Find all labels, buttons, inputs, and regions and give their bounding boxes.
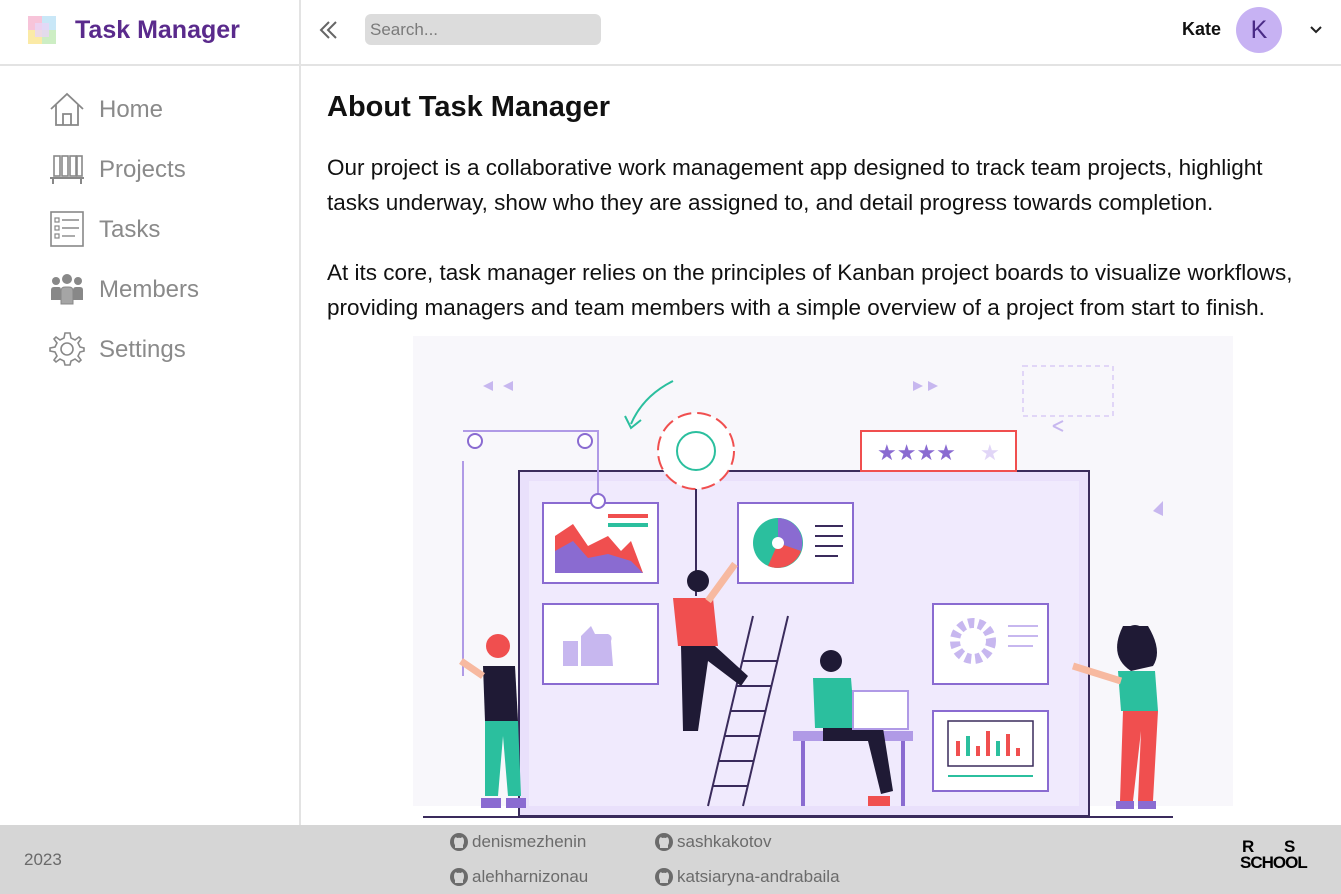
projects-icon [50,155,84,184]
sidebar-item-members[interactable]: Members [48,269,278,309]
contributor-link[interactable]: katsiaryna-andrabaila [654,867,840,887]
page-title: About Task Manager [327,91,611,123]
app-title: Task Manager [75,16,240,44]
sidebar-item-label: Home [99,96,164,123]
contributor-name: sashkakotov [677,832,772,851]
app-logo-icon [28,16,56,44]
contributor-link[interactable]: denismezhenin [449,832,586,852]
user-name: Kate [1182,19,1222,39]
github-icon [655,868,673,886]
sidebar: Home Projects Tasks Members Settings [0,66,301,825]
github-icon [450,833,468,851]
github-icon [655,833,673,851]
contributor-link[interactable]: alehharnizonau [449,867,588,887]
contributor-name: katsiaryna-andrabaila [677,867,840,886]
tasks-icon [50,211,84,247]
sidebar-item-home[interactable]: Home [48,89,278,129]
description-paragraph: Our project is a collaborative work mana… [327,155,1263,215]
sidebar-item-label: Settings [99,336,186,363]
sidebar-item-label: Projects [99,156,186,183]
kanban-team-illustration: ★★★★ ★ [413,336,1233,818]
search-input[interactable] [365,14,601,45]
description-paragraph: At its core, task manager relies on the … [327,260,1293,320]
contributor-name: alehharnizonau [472,867,589,886]
collapse-sidebar-icon[interactable] [315,16,343,44]
sidebar-item-tasks[interactable]: Tasks [48,209,278,249]
sidebar-item-projects[interactable]: Projects [48,149,278,189]
sidebar-item-label: Tasks [99,216,161,243]
github-icon [450,868,468,886]
footer: 2023 denismezhenin sashkakotov alehharni… [0,825,1341,894]
gear-icon [49,332,85,366]
rs-school-logo[interactable]: R S SCHOOL [1240,837,1324,885]
contributor-name: denismezhenin [472,832,587,851]
copyright-year: 2023 [24,850,62,869]
home-icon [50,92,84,126]
chevron-down-icon[interactable] [1306,20,1326,40]
members-icon [51,274,83,305]
svg-text:★: ★ [980,441,1000,466]
svg-text:★★★★: ★★★★ [877,441,956,466]
sidebar-item-label: Members [99,276,200,303]
contributor-link[interactable]: sashkakotov [654,832,772,852]
header: Task Manager Kate K [0,0,1341,66]
rs-logo-word: SCHOOL [1240,853,1308,872]
brand[interactable]: Task Manager [0,0,301,64]
main-content: About Task Manager Our project is a coll… [303,66,1341,825]
sidebar-item-settings[interactable]: Settings [48,329,278,369]
avatar[interactable]: K [1236,7,1282,53]
